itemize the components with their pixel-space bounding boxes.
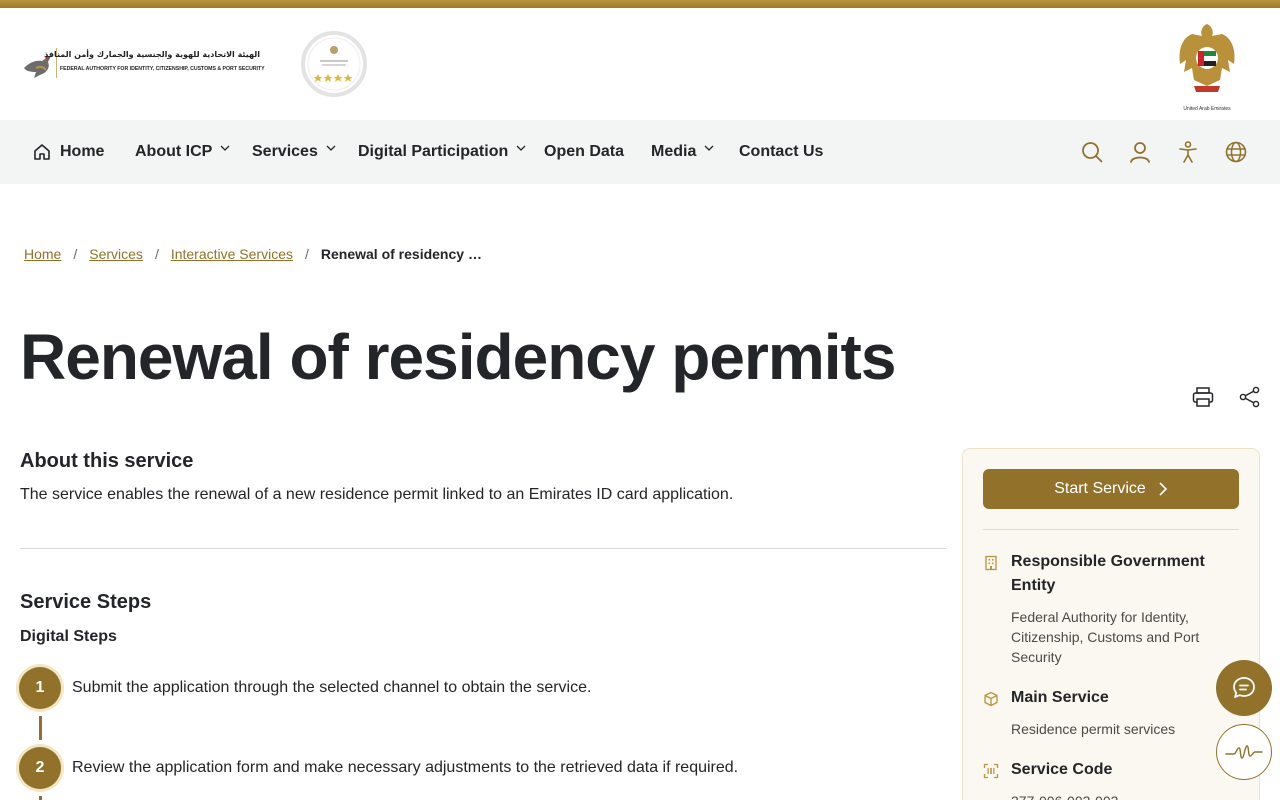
page-title: Renewal of residency permits (20, 321, 896, 393)
start-service-button[interactable]: Start Service (983, 469, 1239, 509)
breadcrumb-current: Renewal of residency … (320, 246, 482, 262)
home-icon (34, 144, 50, 160)
card-divider (983, 529, 1239, 530)
service-code-value: 377-006-003-003 (1011, 791, 1241, 800)
print-icon[interactable] (1191, 385, 1215, 409)
logo-text-arabic: الهيئة الاتحادية للهوية والجنسية والجمار… (44, 50, 260, 59)
chevron-down-icon (516, 145, 526, 151)
step-text: Submit the application through the selec… (72, 679, 592, 696)
nav-item-media[interactable]: Media (651, 120, 714, 184)
nav-home-label: Home (60, 143, 105, 160)
nav-media-label: Media (651, 143, 697, 160)
site-header: الهيئة الاتحادية للهوية والجنسية والجمار… (0, 8, 1280, 120)
about-service-heading: About this service (20, 450, 194, 472)
nav-open-data-label: Open Data (544, 143, 625, 160)
breadcrumb: Home / Services / Interactive Services /… (24, 246, 482, 262)
step-number-badge: 2 (19, 747, 61, 789)
breadcrumb-separator: / (73, 246, 78, 262)
main-service-label: Main Service (1011, 689, 1109, 706)
breadcrumb-interactive-services-link[interactable]: Interactive Services (171, 246, 293, 262)
nav-item-services[interactable]: Services (252, 120, 336, 184)
step-text: Review the application form and make nec… (72, 759, 739, 776)
nav-item-open-data[interactable]: Open Data (544, 120, 624, 184)
chevron-right-icon (1159, 482, 1167, 496)
signature-wave-icon (1225, 745, 1263, 759)
government-rating-award-badge (301, 31, 367, 97)
chevron-down-icon (704, 145, 714, 151)
chat-bubble-icon (1233, 677, 1255, 698)
chat-button[interactable] (1216, 660, 1272, 716)
accessibility-icon[interactable] (1176, 140, 1200, 164)
step-connector-line (39, 796, 42, 800)
uae-falcon-emblem-icon (1179, 24, 1235, 92)
start-service-label: Start Service (1054, 480, 1146, 497)
building-icon (985, 555, 997, 571)
globe-icon[interactable] (1224, 140, 1248, 164)
nav-item-about-icp[interactable]: About ICP (135, 120, 230, 184)
section-divider (20, 548, 947, 549)
top-gold-strip (0, 0, 1280, 8)
breadcrumb-services-link[interactable]: Services (89, 246, 143, 262)
service-steps-heading: Service Steps (20, 591, 152, 613)
logo-text-english: FEDERAL AUTHORITY FOR IDENTITY, CITIZENS… (60, 66, 265, 72)
nav-item-contact-us[interactable]: Contact Us (739, 120, 823, 184)
nav-item-home[interactable]: Home (32, 120, 104, 184)
nav-digital-label: Digital Participation (358, 143, 509, 160)
digital-steps-heading: Digital Steps (20, 628, 117, 645)
barcode-scan-icon (983, 763, 999, 779)
search-icon[interactable] (1080, 140, 1104, 164)
uae-emblem: United Arab Emirates (1176, 20, 1238, 112)
sign-language-button[interactable] (1216, 724, 1272, 780)
responsible-entity-value: Federal Authority for Identity, Citizens… (1011, 609, 1200, 665)
user-icon[interactable] (1128, 140, 1152, 164)
chevron-down-icon (220, 145, 230, 151)
nav-services-label: Services (252, 143, 318, 160)
nav-item-digital-participation[interactable]: Digital Participation (358, 120, 526, 184)
step-number-badge: 1 (19, 667, 61, 709)
step-connector-line (39, 716, 42, 740)
share-icon[interactable] (1238, 385, 1262, 409)
icp-logo[interactable]: الهيئة الاتحادية للهوية والجنسية والجمار… (22, 48, 265, 88)
breadcrumb-home-link[interactable]: Home (24, 246, 61, 262)
breadcrumb-separator: / (154, 246, 159, 262)
responsible-entity-label: Responsible Government Entity (1011, 553, 1205, 594)
package-icon (984, 691, 998, 707)
breadcrumb-separator: / (305, 246, 309, 262)
main-service-value: Residence permit services (1011, 721, 1176, 737)
service-code-label: Service Code (1011, 761, 1113, 778)
chevron-down-icon (326, 145, 336, 151)
about-service-text: The service enables the renewal of a new… (20, 486, 734, 503)
emblem-caption: United Arab Emirates (1183, 106, 1231, 112)
nav-about-label: About ICP (135, 143, 213, 160)
nav-contact-label: Contact Us (739, 143, 824, 160)
